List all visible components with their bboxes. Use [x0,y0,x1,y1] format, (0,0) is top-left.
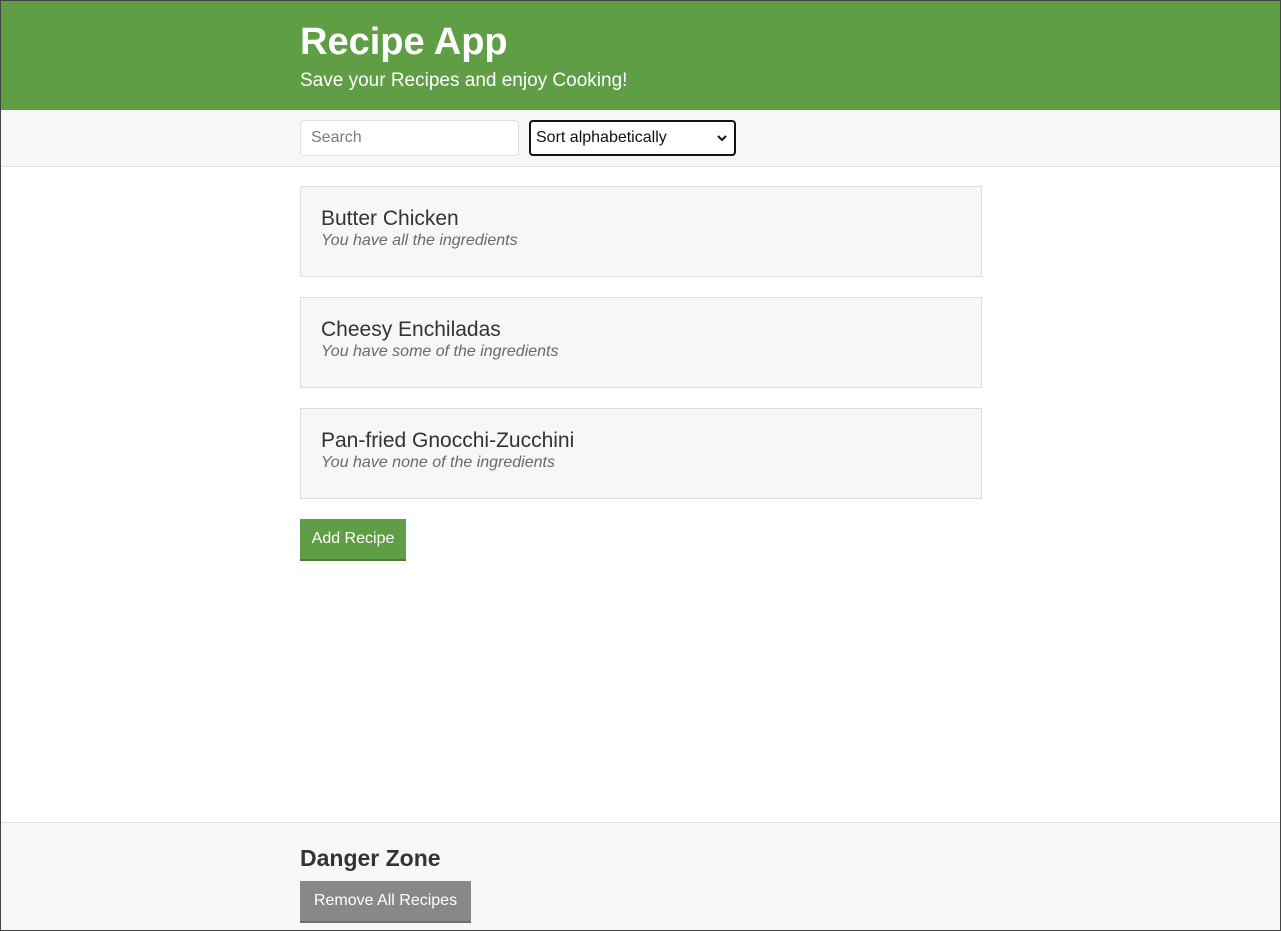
recipe-card-cheesy-enchiladas[interactable]: Cheesy Enchiladas You have some of the i… [300,297,982,388]
sort-selected-value: Sort alphabetically [536,129,667,146]
footer-container: Danger Zone Remove All Recipes [300,823,982,923]
app-window: Recipe App Save your Recipes and enjoy C… [0,0,1281,931]
remove-all-recipes-button[interactable]: Remove All Recipes [300,881,471,923]
header-container: Recipe App Save your Recipes and enjoy C… [300,1,982,92]
main-container: Butter Chicken You have all the ingredie… [300,167,982,561]
filter-toolbar: Sort alphabetically [1,110,1280,167]
app-title: Recipe App [300,21,508,63]
recipe-card-pan-fried-gnocchi[interactable]: Pan-fried Gnocchi-Zucchini You have none… [300,408,982,499]
sort-select[interactable]: Sort alphabetically [529,120,736,156]
recipe-card-butter-chicken[interactable]: Butter Chicken You have all the ingredie… [300,186,982,277]
add-recipe-button[interactable]: Add Recipe [300,519,406,561]
toolbar-container: Sort alphabetically [300,110,982,166]
recipe-ingredient-status: You have all the ingredients [321,232,518,249]
recipe-name: Pan-fried Gnocchi-Zucchini [321,429,575,452]
danger-zone: Danger Zone Remove All Recipes [1,822,1280,930]
recipe-name: Butter Chicken [321,207,459,230]
recipe-ingredient-status: You have some of the ingredients [321,343,559,360]
recipe-name: Cheesy Enchiladas [321,318,501,341]
search-input[interactable] [300,120,519,156]
app-subtitle: Save your Recipes and enjoy Cooking! [300,70,628,91]
app-header: Recipe App Save your Recipes and enjoy C… [1,1,1280,110]
recipe-ingredient-status: You have none of the ingredients [321,454,555,471]
danger-zone-title: Danger Zone [300,845,441,871]
chevron-down-icon [717,135,727,142]
recipe-list: Butter Chicken You have all the ingredie… [1,167,1280,561]
